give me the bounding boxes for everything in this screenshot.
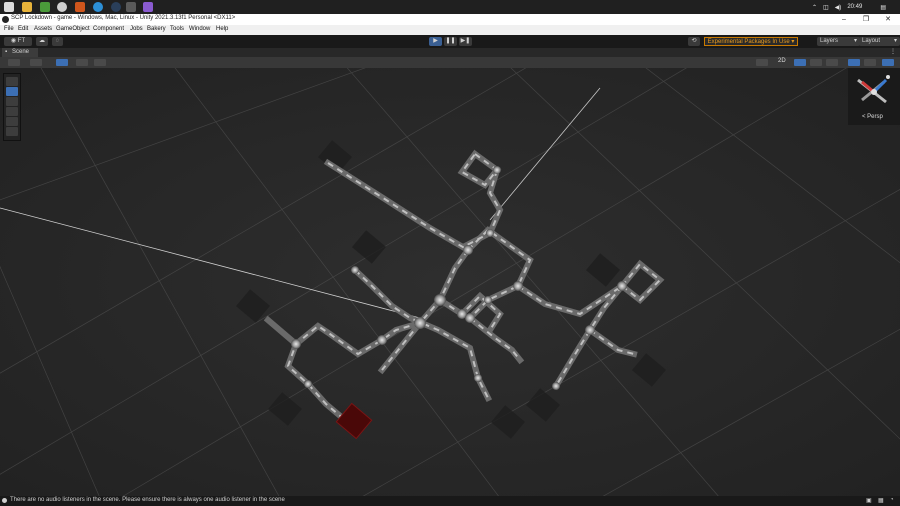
tab-scene[interactable]: ▪ Scene: [2, 48, 38, 57]
volume-icon[interactable]: ◀): [835, 4, 842, 11]
tool-handle-rotation-icon[interactable]: [30, 59, 42, 66]
account-label: FT: [17, 38, 26, 44]
camera-settings-icon[interactable]: [848, 59, 860, 66]
gizmos-dropdown-icon[interactable]: [864, 59, 876, 66]
layers-dropdown[interactable]: Layers ▾: [817, 37, 860, 46]
menu-assets[interactable]: Assets: [34, 26, 52, 32]
windows-taskbar: ⌃ ◫ ◀) 20:49 ▤: [0, 0, 900, 14]
rotate-tool-icon[interactable]: [6, 97, 18, 106]
system-tray: ⌃ ◫ ◀) 20:49 ▤: [812, 0, 886, 14]
layout-dropdown[interactable]: Layout ▾: [859, 37, 900, 46]
pause-button[interactable]: ❚❚: [444, 37, 457, 46]
notifications-icon[interactable]: ▤: [880, 4, 886, 11]
chevron-down-icon: ▾: [853, 38, 857, 44]
window-title: SCP Lockdown - game - Windows, Mac, Linu…: [11, 15, 236, 21]
unity-logo-icon: [2, 16, 9, 23]
scene-visibility-icon[interactable]: [882, 59, 894, 66]
menu-help[interactable]: Help: [216, 26, 228, 32]
main-toolbar: ◉ FT ☁ ◌ ▶ ❚❚ ▶❚ ⟲ Experimental Packages…: [0, 35, 900, 48]
menu-file[interactable]: File: [4, 26, 14, 32]
edge-icon[interactable]: [93, 2, 103, 12]
audio-toggle-icon[interactable]: [810, 59, 822, 66]
menu-jobs[interactable]: Jobs: [130, 26, 143, 32]
scene-tab-label: Scene: [12, 49, 30, 55]
status-icon-1[interactable]: ▣: [866, 497, 872, 504]
cloud-icon[interactable]: ☁: [36, 37, 48, 46]
scene-render: [0, 68, 900, 496]
more-options-icon[interactable]: ⋮: [890, 48, 896, 55]
transform-tool-icon[interactable]: [6, 127, 18, 136]
status-bar: There are no audio listeners in the scen…: [0, 496, 900, 506]
clock[interactable]: 20:49: [847, 4, 862, 10]
collab-icon[interactable]: ◌: [52, 37, 63, 46]
file-explorer-icon[interactable]: [22, 2, 32, 12]
snap-increment-icon[interactable]: [76, 59, 88, 66]
menu-component[interactable]: Component: [93, 26, 124, 32]
unity-title-bar: SCP Lockdown - game - Windows, Mac, Linu…: [0, 14, 900, 25]
steam-icon[interactable]: [111, 2, 121, 12]
gizmo-toggle-icon[interactable]: [94, 59, 106, 66]
chevron-down-icon: ▾: [893, 38, 897, 44]
minimize-button[interactable]: –: [833, 14, 855, 25]
layers-label: Layers: [820, 38, 839, 44]
account-icon: ◉: [10, 38, 18, 44]
chevron-up-icon[interactable]: ⌃: [812, 4, 817, 11]
step-button[interactable]: ▶❚: [459, 37, 472, 46]
tool-palette: [3, 73, 21, 141]
menu-edit[interactable]: Edit: [18, 26, 28, 32]
close-button[interactable]: ✕: [877, 14, 899, 25]
menu-bar: File Edit Assets GameObject Component Jo…: [0, 25, 900, 35]
windows-icon[interactable]: [4, 2, 14, 12]
app-orange-icon[interactable]: [75, 2, 85, 12]
history-icon[interactable]: ⟲: [688, 37, 700, 46]
2d-toggle[interactable]: 2D: [778, 58, 786, 64]
hand-tool-icon[interactable]: [6, 77, 18, 86]
app-green-icon[interactable]: [40, 2, 50, 12]
scale-tool-icon[interactable]: [6, 107, 18, 116]
account-dropdown[interactable]: ◉ FT: [4, 37, 32, 46]
maximize-button[interactable]: ❐: [855, 14, 877, 25]
unity-icon[interactable]: [126, 2, 136, 12]
menu-window[interactable]: Window: [189, 26, 210, 32]
orientation-gizmo[interactable]: < Persp: [848, 68, 900, 125]
console-message[interactable]: There are no audio listeners in the scen…: [10, 497, 285, 503]
visual-studio-icon[interactable]: [143, 2, 153, 12]
effects-toggle-icon[interactable]: [826, 59, 838, 66]
axis-gizmo-icon: [857, 75, 890, 104]
scene-viewport[interactable]: < Persp: [0, 68, 900, 496]
experimental-packages-dropdown[interactable]: Experimental Packages In Use ▾: [704, 37, 798, 46]
draw-mode-icon[interactable]: [756, 59, 768, 66]
layout-label: Layout: [862, 38, 881, 44]
info-icon: [2, 498, 7, 503]
grid-snap-icon[interactable]: [56, 59, 68, 66]
network-icon[interactable]: ◫: [823, 4, 829, 11]
menu-tools[interactable]: Tools: [170, 26, 184, 32]
status-icon-2[interactable]: ▦: [878, 497, 884, 504]
scene-view-toolbar: 2D: [0, 57, 900, 68]
status-icon-3[interactable]: ◔: [890, 497, 894, 503]
menu-gameobject[interactable]: GameObject: [56, 26, 90, 32]
menu-bakery[interactable]: Bakery: [147, 26, 166, 32]
lighting-toggle-icon[interactable]: [794, 59, 806, 66]
rect-tool-icon[interactable]: [6, 117, 18, 126]
unity-hub-icon[interactable]: [57, 2, 67, 12]
scene-tab-bar: ▪ Scene ⋮: [0, 48, 900, 57]
persp-label[interactable]: < Persp: [862, 114, 883, 120]
move-tool-icon[interactable]: [6, 87, 18, 96]
scene-tab-icon: ▪: [5, 49, 8, 55]
play-button[interactable]: ▶: [429, 37, 442, 46]
tool-handle-position-icon[interactable]: [8, 59, 20, 66]
